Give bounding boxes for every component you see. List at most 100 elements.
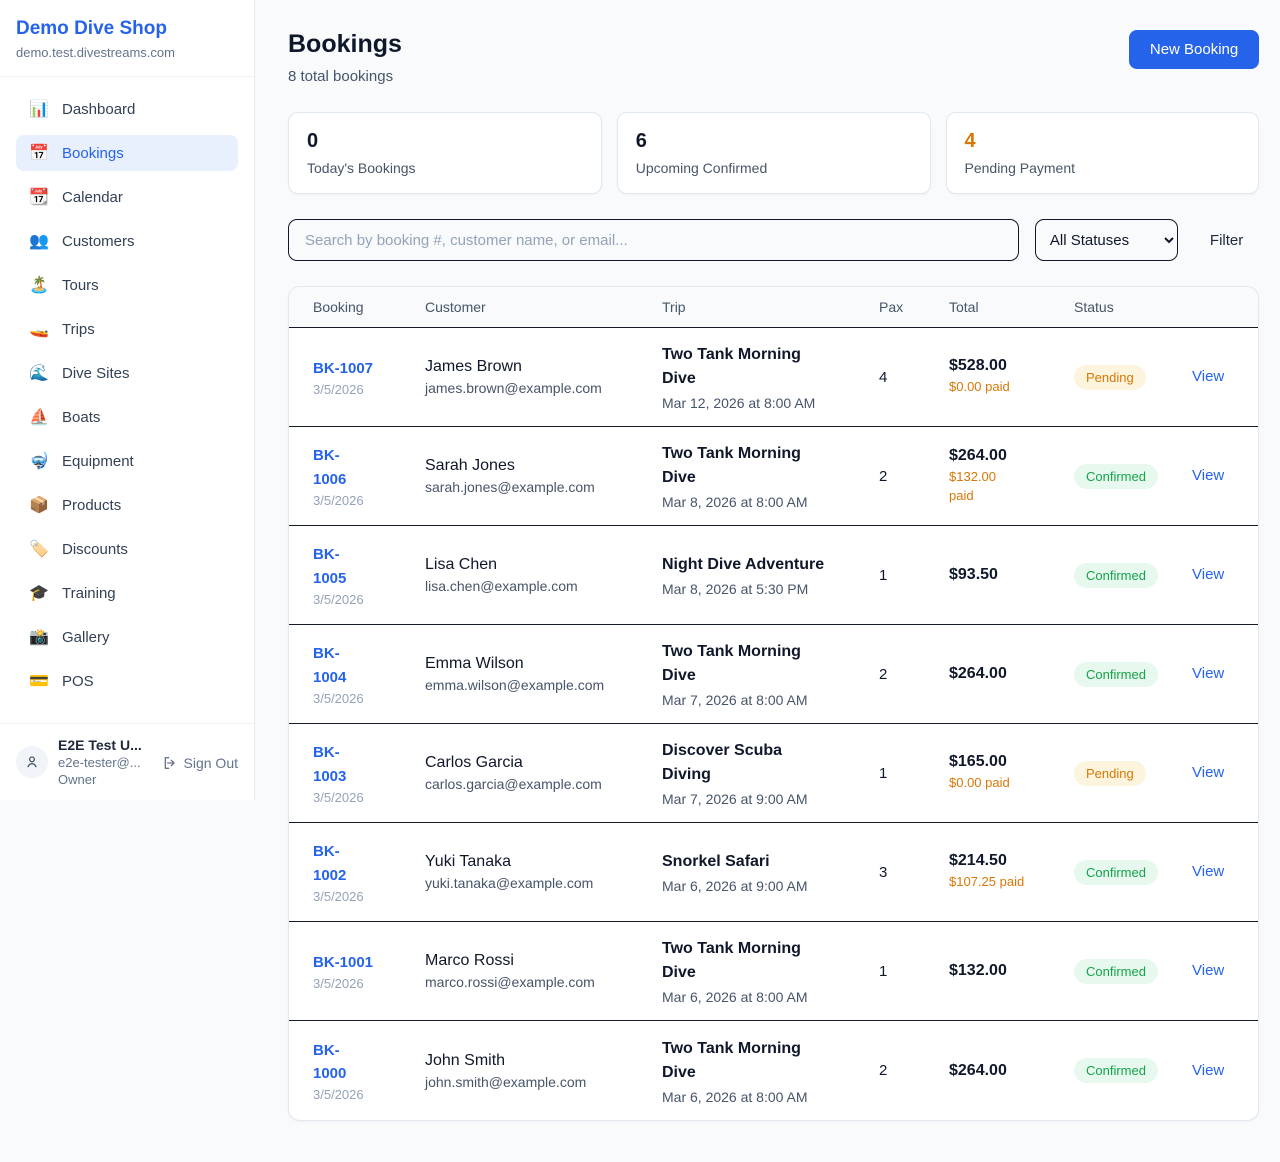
trips-icon: 🚤 [29,319,49,339]
paid-amount: $0.00 paid [949,378,1064,397]
sidebar-item-label: POS [62,673,94,690]
sidebar-item-discounts[interactable]: 🏷️ Discounts [16,531,238,567]
filter-button[interactable]: Filter [1194,232,1259,249]
view-link[interactable]: View [1192,962,1224,979]
trip-datetime: Mar 8, 2026 at 5:30 PM [662,581,869,597]
pax-count: 2 [879,666,949,683]
user-name: E2E Test U... [58,737,152,753]
booking-id-link[interactable]: BK-1002 [313,840,415,887]
trip-datetime: Mar 8, 2026 at 8:00 AM [662,494,869,510]
sidebar-item-calendar[interactable]: 📆 Calendar [16,179,238,215]
booking-id-link[interactable]: BK-1003 [313,741,415,788]
user-email: e2e-tester@... [58,755,152,770]
status-badge: Pending [1074,761,1146,786]
sidebar-item-label: Trips [62,321,95,338]
sidebar-item-trips[interactable]: 🚤 Trips [16,311,238,347]
sidebar-item-pos[interactable]: 💳 POS [16,663,238,699]
app-root: Demo Dive Shop demo.test.divestreams.com… [0,0,1280,1162]
trip-datetime: Mar 6, 2026 at 9:00 AM [662,878,869,894]
trip-name: Two Tank MorningDive [662,1037,869,1085]
sidebar-item-dashboard[interactable]: 📊 Dashboard [16,91,238,127]
training-icon: 🎓 [29,583,49,603]
sidebar-item-customers[interactable]: 👥 Customers [16,223,238,259]
booking-id-link[interactable]: BK-1000 [313,1039,415,1086]
sidebar-item-bookings[interactable]: 📅 Bookings [16,135,238,171]
person-icon [24,754,40,770]
tours-icon: 🏝️ [29,275,49,295]
customer-name: Emma Wilson [425,655,652,673]
trip-datetime: Mar 7, 2026 at 9:00 AM [662,791,869,807]
customer-email: emma.wilson@example.com [425,677,652,693]
customer-name: Carlos Garcia [425,754,652,772]
view-link[interactable]: View [1192,368,1224,385]
trip-name: Discover ScubaDiving [662,739,869,787]
brand-domain: demo.test.divestreams.com [16,45,238,60]
page-subtitle: 8 total bookings [288,68,402,85]
table-row: BK-1006 3/5/2026 Sarah Jones sarah.jones… [289,427,1258,526]
booking-date: 3/5/2026 [313,493,415,508]
customers-icon: 👥 [29,231,49,251]
logout-icon [162,755,178,771]
column-header-pax: Pax [879,299,949,315]
total-amount: $264.00 [949,447,1064,465]
table-row: BK-1005 3/5/2026 Lisa Chen lisa.chen@exa… [289,526,1258,625]
customer-name: John Smith [425,1052,652,1070]
column-header-booking: Booking [313,299,425,315]
table-row: BK-1007 3/5/2026 James Brown james.brown… [289,328,1258,427]
sidebar-item-label: Products [62,497,121,514]
main-content: Bookings 8 total bookings New Booking 0 … [255,0,1280,1121]
booking-id-link[interactable]: BK-1007 [313,357,415,380]
search-input[interactable] [288,219,1019,261]
view-link[interactable]: View [1192,764,1224,781]
sidebar-item-label: Tours [62,277,99,294]
total-amount: $132.00 [949,962,1064,980]
bookings-table: BookingCustomerTripPaxTotalStatus BK-100… [288,286,1259,1121]
trip-datetime: Mar 12, 2026 at 8:00 AM [662,395,869,411]
status-filter-select[interactable]: All Statuses [1035,219,1178,261]
total-amount: $264.00 [949,1062,1064,1080]
column-header-total: Total [949,299,1074,315]
customer-email: james.brown@example.com [425,380,652,396]
booking-id-link[interactable]: BK-1006 [313,444,415,491]
sign-out-button[interactable]: Sign Out [162,755,238,771]
booking-date: 3/5/2026 [313,592,415,607]
sidebar-item-tours[interactable]: 🏝️ Tours [16,267,238,303]
stat-label: Upcoming Confirmed [636,160,912,176]
user-info: E2E Test U... e2e-tester@... Owner [58,737,152,787]
sidebar-item-training[interactable]: 🎓 Training [16,575,238,611]
stats-row: 0 Today's Bookings 6 Upcoming Confirmed … [288,112,1259,194]
total-amount: $528.00 [949,357,1064,375]
sidebar-item-label: Equipment [62,453,134,470]
new-booking-button[interactable]: New Booking [1129,30,1259,69]
customer-email: lisa.chen@example.com [425,578,652,594]
sidebar-item-products[interactable]: 📦 Products [16,487,238,523]
customer-email: sarah.jones@example.com [425,479,652,495]
trip-name: Two Tank MorningDive [662,640,869,688]
sidebar-item-gallery[interactable]: 📸 Gallery [16,619,238,655]
sidebar-item-dive-sites[interactable]: 🌊 Dive Sites [16,355,238,391]
booking-id-link[interactable]: BK-1001 [313,951,415,974]
stat-card: 6 Upcoming Confirmed [617,112,931,194]
sidebar-nav: 📊 Dashboard 📅 Bookings 📆 Calendar 👥 Cust… [0,77,254,723]
booking-date: 3/5/2026 [313,382,415,397]
sidebar-item-boats[interactable]: ⛵ Boats [16,399,238,435]
trip-name: Snorkel Safari [662,850,869,874]
page-header-text: Bookings 8 total bookings [288,30,402,85]
sidebar-item-equipment[interactable]: 🤿 Equipment [16,443,238,479]
pax-count: 1 [879,567,949,584]
sidebar-item-label: Bookings [62,145,124,162]
sidebar-item-label: Dive Sites [62,365,130,382]
brand-title: Demo Dive Shop [16,18,238,40]
trip-name: Night Dive Adventure [662,553,869,577]
view-link[interactable]: View [1192,1062,1224,1079]
view-link[interactable]: View [1192,566,1224,583]
booking-id-link[interactable]: BK-1004 [313,642,415,689]
stat-card: 4 Pending Payment [946,112,1260,194]
booking-id-link[interactable]: BK-1005 [313,543,415,590]
gallery-icon: 📸 [29,627,49,647]
table-header: BookingCustomerTripPaxTotalStatus [289,287,1258,328]
view-link[interactable]: View [1192,665,1224,682]
view-link[interactable]: View [1192,467,1224,484]
sidebar-item-label: Calendar [62,189,123,206]
view-link[interactable]: View [1192,863,1224,880]
